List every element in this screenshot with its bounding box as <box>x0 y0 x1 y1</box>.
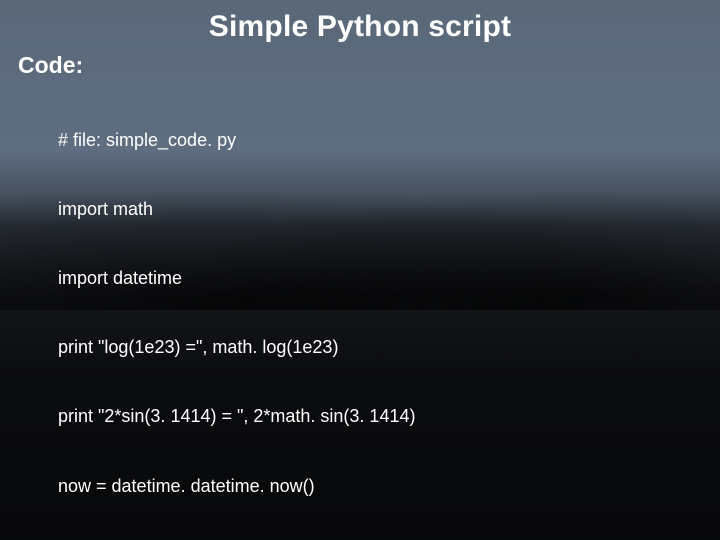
slide-title: Simple Python script <box>0 0 720 50</box>
code-line: # file: simple_code. py <box>58 129 702 152</box>
code-label: Code: <box>0 50 720 83</box>
code-line: print "2*sin(3. 1414) = ", 2*math. sin(3… <box>58 405 702 428</box>
code-line: import math <box>58 198 702 221</box>
slide-content: Simple Python script Code: # file: simpl… <box>0 0 720 540</box>
code-line: import datetime <box>58 267 702 290</box>
slide: Simple Python script Code: # file: simpl… <box>0 0 720 540</box>
code-line: now = datetime. datetime. now() <box>58 475 702 498</box>
code-line: print "log(1e23) =", math. log(1e23) <box>58 336 702 359</box>
code-block: # file: simple_code. py import math impo… <box>0 83 720 540</box>
